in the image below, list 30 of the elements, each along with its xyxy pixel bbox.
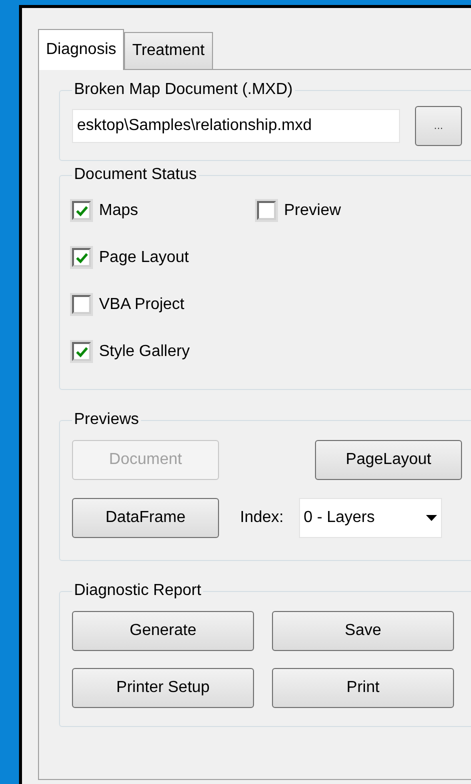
push-button[interactable]: PageLayout <box>315 440 462 480</box>
group-title: Diagnostic Report <box>73 581 202 601</box>
path-field[interactable]: esktop\Samples\relationship.mxd <box>72 109 400 143</box>
index-dropdown[interactable]: 0 - Layers <box>298 498 442 538</box>
group-title: Document Status <box>73 165 198 185</box>
group-title: Broken Map Document (.MXD) <box>73 80 294 100</box>
check-icon <box>76 346 88 358</box>
tab[interactable]: Treatment <box>124 32 213 69</box>
checkbox[interactable] <box>72 295 91 314</box>
group-title: Previews <box>73 410 140 430</box>
push-button[interactable]: Generate <box>72 611 254 651</box>
push-button[interactable]: Printer Setup <box>72 668 254 708</box>
checkbox-label: VBA Project <box>99 294 184 314</box>
checkbox[interactable] <box>72 342 91 361</box>
index-label: Index: <box>240 508 284 528</box>
checkbox-label: Maps <box>99 200 138 220</box>
checkbox-label: Preview <box>284 200 341 220</box>
browse-button[interactable]: ... <box>415 106 462 146</box>
checkbox[interactable] <box>257 201 276 220</box>
checkbox-label: Style Gallery <box>99 342 190 362</box>
push-button[interactable]: Print <box>272 668 454 708</box>
push-button[interactable]: Save <box>272 611 454 651</box>
checkbox[interactable] <box>72 201 91 220</box>
checkbox-label: Page Layout <box>99 248 189 268</box>
dropdown-caret-icon <box>426 515 437 521</box>
push-button[interactable]: DataFrame <box>72 498 219 538</box>
check-icon <box>76 204 88 216</box>
tab[interactable]: Diagnosis <box>38 29 124 70</box>
check-icon <box>76 252 88 264</box>
checkbox[interactable] <box>72 248 91 267</box>
